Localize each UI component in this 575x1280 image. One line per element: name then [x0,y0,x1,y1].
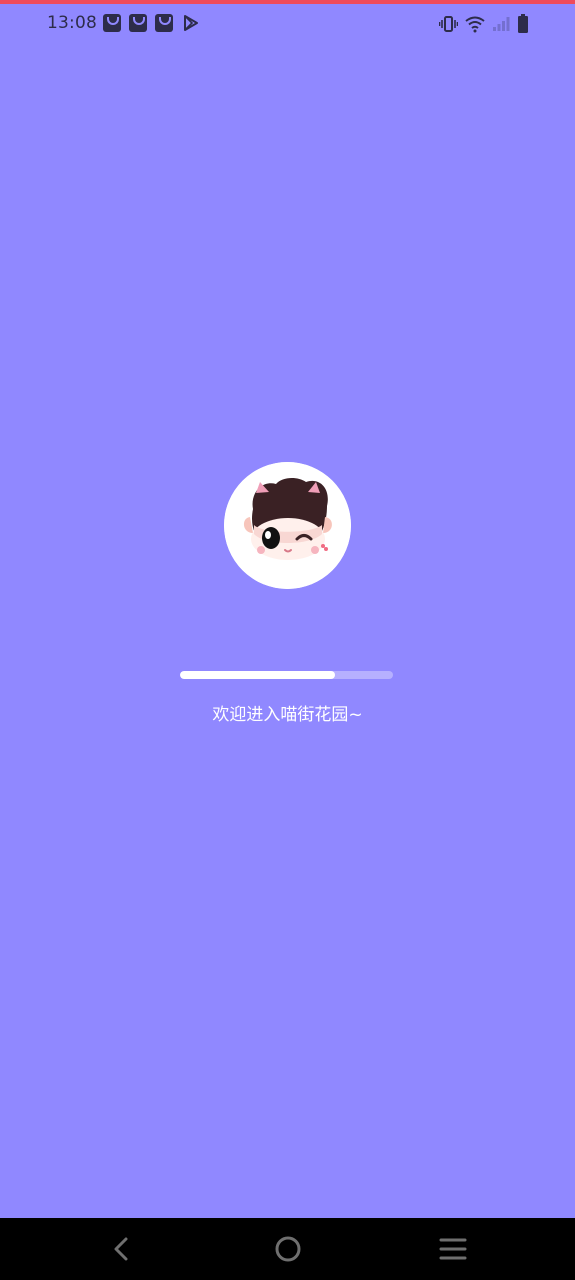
loading-progress-fill [180,671,336,679]
status-bar: 13:08 [0,4,575,44]
avatar-illustration [224,462,351,589]
wifi-icon [465,16,485,32]
vibrate-icon [439,16,458,32]
shopping-bag-icon [155,14,173,32]
shopping-bag-icon [103,14,121,32]
back-icon [114,1237,128,1261]
system-navigation-bar [0,1218,575,1280]
home-icon [275,1236,301,1262]
home-button[interactable] [272,1233,304,1265]
menu-icon [439,1238,467,1260]
play-store-icon [184,15,198,31]
status-system-icons [439,14,529,34]
cartoon-girl-avatar [224,462,351,589]
back-button[interactable] [105,1233,137,1265]
menu-button[interactable] [437,1233,469,1265]
status-notification-icons [103,14,199,32]
shopping-bag-icon [129,14,147,32]
loading-progress-bar [180,671,393,679]
signal-icon [493,17,510,31]
battery-icon [518,14,528,33]
welcome-message: 欢迎进入喵街花园~ [212,705,363,725]
status-time: 13:08 [47,13,97,33]
